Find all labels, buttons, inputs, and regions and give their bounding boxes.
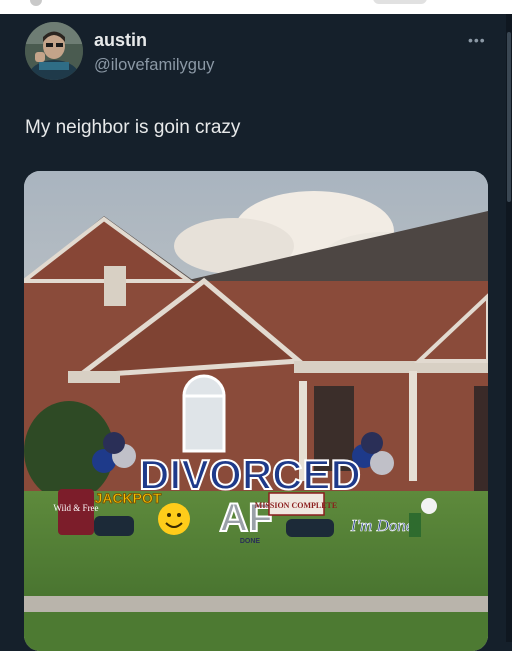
sign-done: I'm Done (350, 516, 414, 535)
scrollbar-thumb[interactable] (507, 32, 511, 202)
sign-mission: MISSION COMPLETE (255, 501, 337, 510)
top-app-bar (0, 0, 512, 14)
more-options-icon[interactable]: ••• (468, 32, 486, 48)
sign-jackpot: JACKPOT (95, 490, 162, 506)
sign-done-small: DONE (240, 538, 261, 545)
tweet-media-image[interactable]: DIVORCED AF Wild & Free JACKPOT MISSION … (24, 171, 488, 651)
sign-wild-free: Wild & Free (53, 503, 98, 513)
scrollbar[interactable] (506, 14, 512, 642)
display-name[interactable]: austin (94, 30, 147, 51)
top-pill (373, 0, 427, 4)
status-dot-icon (30, 0, 42, 6)
avatar[interactable] (25, 22, 83, 80)
user-avatar-icon (25, 22, 83, 80)
user-handle[interactable]: @ilovefamilyguy (94, 56, 214, 75)
sign-main: DIVORCED (139, 451, 361, 498)
tweet-text: My neighbor is goin crazy (25, 117, 241, 138)
